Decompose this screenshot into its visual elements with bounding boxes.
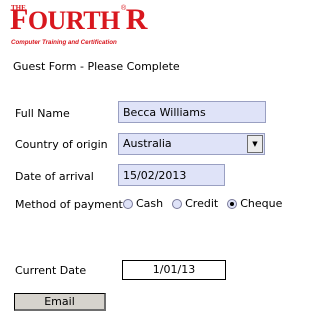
current-date-field: 1/01/13: [122, 260, 226, 280]
logo-the: THE: [11, 4, 26, 12]
logo-registered-mark: ®: [121, 5, 127, 12]
radio-selected-icon[interactable]: [227, 198, 238, 209]
form-title: Guest Form - Please Complete: [13, 60, 180, 73]
payment-option-label: Credit: [185, 197, 219, 210]
country-select-value: Australia: [123, 137, 172, 150]
full-name-label: Full Name: [15, 107, 70, 120]
payment-radio-group: Cash Credit Cheque: [123, 197, 291, 210]
full-name-input[interactable]: [118, 101, 266, 123]
arrival-date-input[interactable]: [118, 164, 225, 186]
radio-icon[interactable]: [123, 198, 133, 209]
arrival-label: Date of arrival: [15, 170, 94, 183]
current-date-label: Current Date: [15, 264, 87, 277]
email-button[interactable]: Email: [14, 293, 106, 311]
logo: FOURTH R THE ® Computer Training and Cer…: [10, 2, 150, 52]
country-label: Country of origin: [15, 138, 108, 151]
payment-option-label: Cheque: [240, 197, 283, 210]
logo-subtitle: Computer Training and Certification: [11, 39, 117, 46]
payment-option-cash[interactable]: Cash: [123, 197, 163, 210]
logo-wordmark: FOURTH R: [10, 3, 147, 36]
payment-option-cheque[interactable]: Cheque: [227, 197, 282, 210]
triangle-down-icon[interactable]: ▼: [247, 135, 263, 153]
country-select[interactable]: Australia ▼: [118, 133, 265, 155]
payment-option-credit[interactable]: Credit: [172, 197, 218, 210]
radio-icon[interactable]: [172, 198, 183, 209]
payment-label: Method of payment: [15, 198, 123, 211]
payment-option-label: Cash: [136, 197, 164, 210]
